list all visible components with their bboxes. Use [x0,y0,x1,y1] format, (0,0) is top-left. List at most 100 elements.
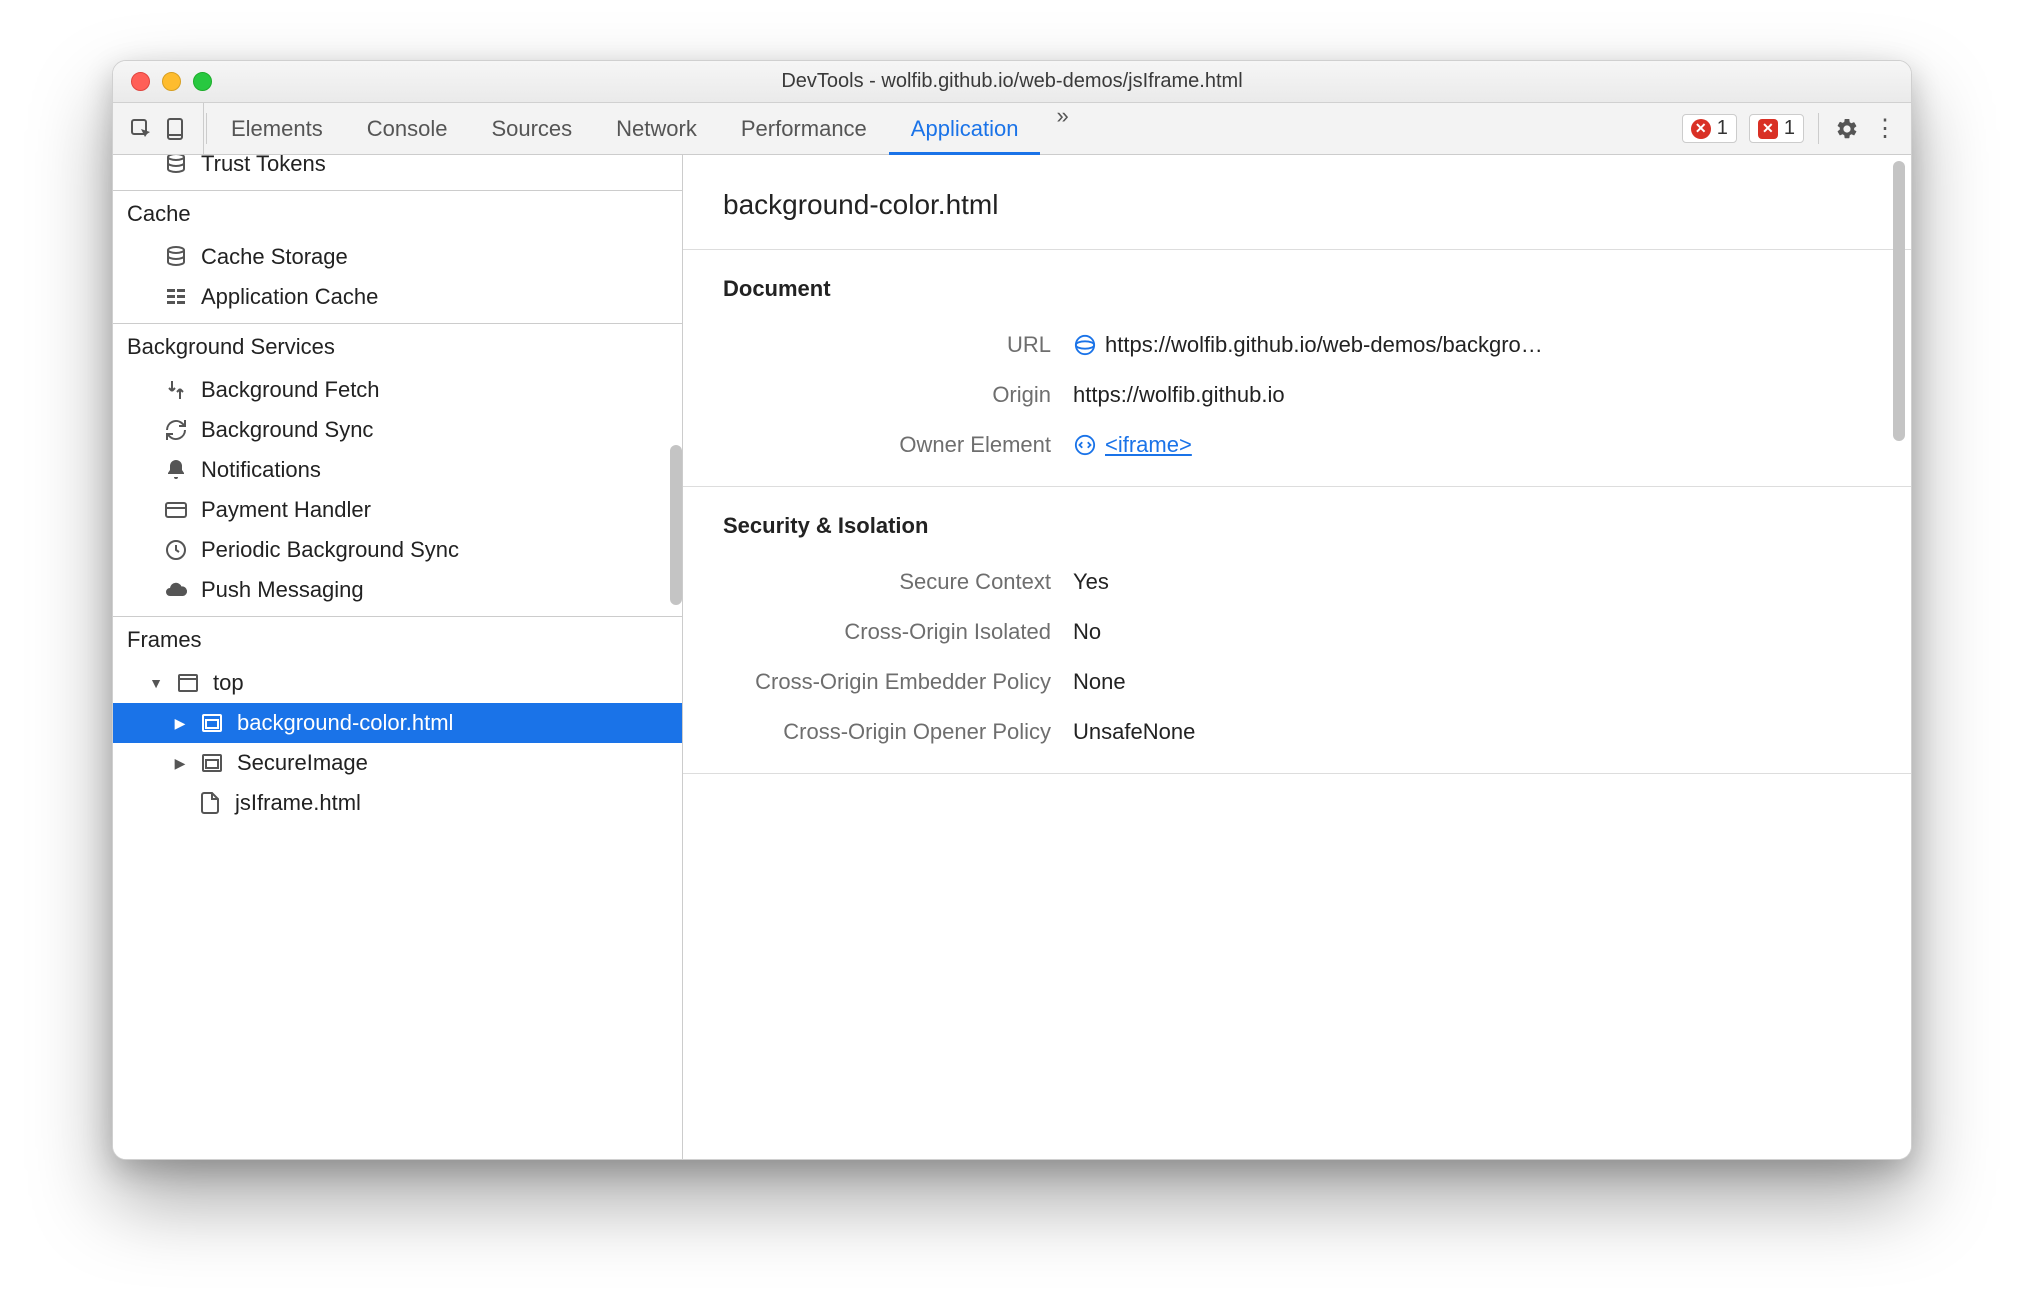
sync-icon [163,417,189,443]
tab-performance[interactable]: Performance [719,103,889,154]
error-icon: ✕ [1691,119,1711,139]
row-url: URL https://wolfib.github.io/web-demos/b… [683,320,1911,370]
owner-label: Owner Element [723,432,1073,458]
inspect-element-icon[interactable] [127,115,155,143]
sidebar-item-periodic-background-sync[interactable]: Periodic Background Sync [113,530,682,570]
sidebar-item-label: Background Fetch [201,377,380,403]
tab-elements[interactable]: Elements [209,103,345,154]
sidebar-section-frames: Frames [113,616,682,663]
toolbar: Elements Console Sources Network Perform… [113,103,1911,155]
sidebar-item-label: Cache Storage [201,244,348,270]
url-text: https://wolfib.github.io/web-demos/backg… [1105,332,1543,358]
sidebar-item-label: SecureImage [237,750,368,776]
sidebar-item-push-messaging[interactable]: Push Messaging [113,570,682,610]
coi-label: Cross-Origin Isolated [723,619,1073,645]
sidebar-item-label: Background Sync [201,417,373,443]
error-badge[interactable]: ✕ 1 [1682,114,1737,143]
section-document: Document [683,250,1911,320]
error-count: 1 [1717,117,1728,140]
iframe-icon [199,710,225,736]
coep-label: Cross-Origin Embedder Policy [723,669,1073,695]
file-icon [197,790,223,816]
main-scrollbar[interactable] [1893,161,1905,441]
tag-icon [1073,333,1097,357]
row-origin: Origin https://wolfib.github.io [683,370,1911,420]
row-coep: Cross-Origin Embedder Policy None [683,657,1911,707]
sidebar-item-trust-tokens[interactable]: Trust Tokens [113,155,682,184]
split-pane: Trust Tokens Cache Cache Storage Applica… [113,155,1911,1159]
chevron-down-icon[interactable]: ▼ [149,675,163,691]
page-title: background-color.html [683,155,1911,250]
coop-label: Cross-Origin Opener Policy [723,719,1073,745]
issue-icon: ✕ [1758,119,1778,139]
main-panel: background-color.html Document URL https… [683,155,1911,1159]
traffic-lights [113,72,212,91]
tab-console[interactable]: Console [345,103,470,154]
sidebar-item-frame-background-color[interactable]: ▶ background-color.html [113,703,682,743]
sidebar-item-application-cache[interactable]: Application Cache [113,277,682,317]
iframe-icon [199,750,225,776]
divider-2 [683,773,1911,774]
issue-count: 1 [1784,117,1795,140]
sidebar-item-label: Push Messaging [201,577,364,603]
sidebar-item-label: Trust Tokens [201,155,326,177]
origin-label: Origin [723,382,1073,408]
url-label: URL [723,332,1073,358]
sidebar: Trust Tokens Cache Cache Storage Applica… [113,155,683,1159]
grid-icon [163,284,189,310]
row-secure-context: Secure Context Yes [683,557,1911,607]
sidebar-item-top-frame[interactable]: ▼ top [113,663,682,703]
tab-application[interactable]: Application [889,103,1041,154]
sidebar-item-background-fetch[interactable]: Background Fetch [113,370,682,410]
sidebar-section-cache: Cache [113,190,682,237]
sidebar-item-label: top [213,670,244,696]
origin-value: https://wolfib.github.io [1073,382,1871,408]
sidebar-item-label: background-color.html [237,710,453,736]
toolbar-separator [206,113,207,144]
secure-context-value: Yes [1073,569,1871,595]
window-minimize-button[interactable] [162,72,181,91]
tab-strip: Elements Console Sources Network Perform… [209,103,1040,154]
sidebar-item-jsiframe[interactable]: jsIframe.html [113,783,682,823]
sidebar-item-label: Application Cache [201,284,378,310]
url-value: https://wolfib.github.io/web-demos/backg… [1073,332,1871,358]
coi-value: No [1073,619,1871,645]
sidebar-item-background-sync[interactable]: Background Sync [113,410,682,450]
owner-value: <iframe> [1073,432,1871,458]
sidebar-item-payment-handler[interactable]: Payment Handler [113,490,682,530]
titlebar: DevTools - wolfib.github.io/web-demos/js… [113,61,1911,103]
window-title: DevTools - wolfib.github.io/web-demos/js… [113,70,1911,93]
kebab-menu-icon[interactable]: ⋮ [1873,114,1897,143]
sidebar-item-label: jsIframe.html [235,790,361,816]
database-icon [163,155,189,177]
sidebar-scrollbar[interactable] [670,445,682,605]
gear-icon[interactable] [1833,115,1861,143]
fetch-icon [163,377,189,403]
window-fullscreen-button[interactable] [193,72,212,91]
device-toggle-icon[interactable] [161,115,189,143]
chevron-right-icon[interactable]: ▶ [173,755,187,772]
sidebar-item-label: Notifications [201,457,321,483]
sidebar-section-background-services: Background Services [113,323,682,370]
code-icon [1073,433,1097,457]
coop-value: UnsafeNone [1073,719,1871,745]
owner-link[interactable]: <iframe> [1105,432,1192,458]
chevron-right-icon[interactable]: ▶ [173,715,187,732]
sidebar-item-frame-secureimage[interactable]: ▶ SecureImage [113,743,682,783]
tab-sources[interactable]: Sources [469,103,594,154]
issue-badge[interactable]: ✕ 1 [1749,114,1804,143]
window-close-button[interactable] [131,72,150,91]
sidebar-item-label: Payment Handler [201,497,371,523]
credit-card-icon [163,497,189,523]
clock-icon [163,537,189,563]
sidebar-item-notifications[interactable]: Notifications [113,450,682,490]
tabs-overflow-button[interactable]: » [1040,103,1084,154]
coep-value: None [1073,669,1871,695]
devtools-window: DevTools - wolfib.github.io/web-demos/js… [112,60,1912,1160]
toolbar-separator-2 [1818,113,1819,144]
sidebar-item-cache-storage[interactable]: Cache Storage [113,237,682,277]
cloud-icon [163,577,189,603]
tab-network[interactable]: Network [594,103,719,154]
bell-icon [163,457,189,483]
secure-context-label: Secure Context [723,569,1073,595]
